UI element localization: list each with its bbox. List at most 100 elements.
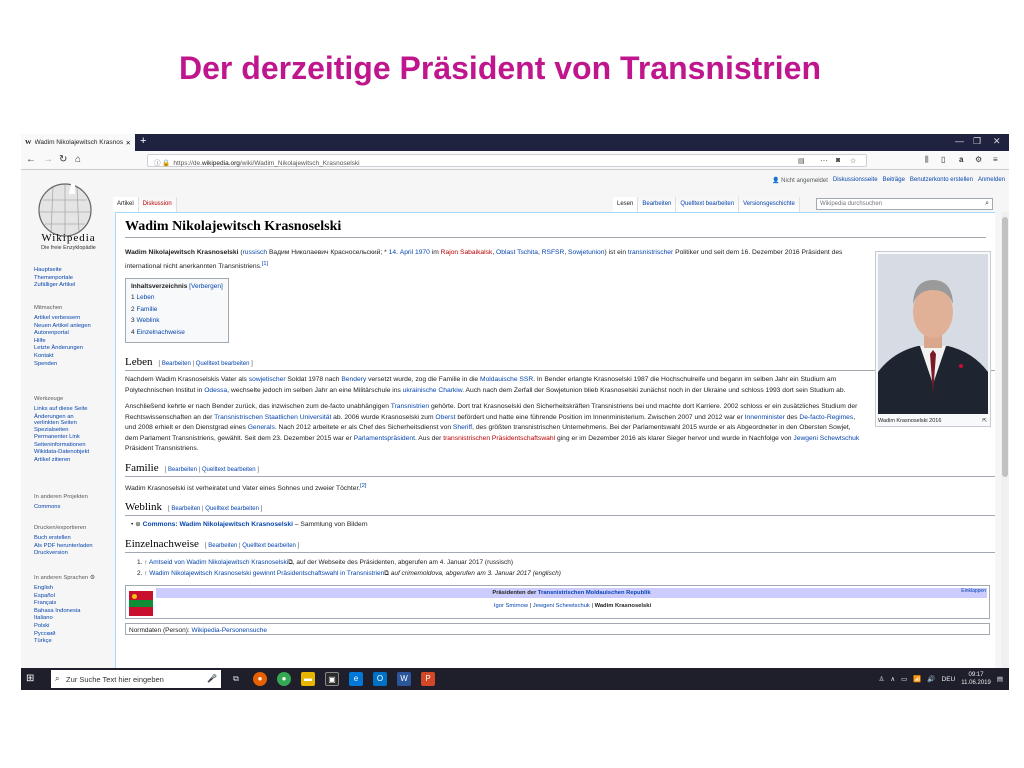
section-edit-link[interactable]: Bearbeiten xyxy=(168,467,197,473)
page-scrollbar[interactable] xyxy=(1001,212,1009,673)
minimize-icon[interactable]: — xyxy=(955,136,964,146)
sidebar-item-pdf[interactable]: Als PDF herunterladen xyxy=(34,543,114,551)
search-input[interactable]: Wikipedia durchsuchen ⌕ xyxy=(816,198,993,210)
word-icon[interactable]: W xyxy=(397,672,411,686)
section-edit-source-link[interactable]: Quelltext bearbeiten xyxy=(205,506,259,512)
navbox-link[interactable]: Igor Smirnow xyxy=(494,603,528,609)
sidebar-item-lang-id[interactable]: Bahasa Indonesia xyxy=(34,608,114,616)
pocket-icon[interactable]: ◙ xyxy=(836,157,840,164)
link-anmelden[interactable]: Anmelden xyxy=(978,177,1005,184)
link-diskussionsseite[interactable]: Diskussionsseite xyxy=(833,177,878,184)
sidebar-item-lang-fr[interactable]: Français xyxy=(34,600,114,608)
navbox-link[interactable]: Jewgeni Schewtschuk xyxy=(533,603,590,609)
store-icon[interactable]: ▣ xyxy=(325,672,339,686)
home-icon[interactable]: ⌂ xyxy=(75,154,81,165)
clock[interactable]: 09:17 11.06.2019 xyxy=(961,671,991,687)
language-settings-icon[interactable]: ⚙ xyxy=(90,575,95,581)
inline-link[interactable]: Generals xyxy=(248,424,275,431)
link-rsfsr[interactable]: RSFSR xyxy=(542,249,565,256)
new-tab-button[interactable]: + xyxy=(140,135,146,147)
normdaten-link[interactable]: Wikipedia-Personensuche xyxy=(192,627,268,634)
microphone-icon[interactable]: 🎤 xyxy=(207,674,217,683)
sidebar-item-seiteninformationen[interactable]: Seiteninformationen xyxy=(34,442,114,450)
menu-icon[interactable]: ≡ xyxy=(993,155,998,164)
sidebar-item-neuen-artikel[interactable]: Neuen Artikel anlegen xyxy=(34,323,114,331)
sidebar-item-lang-pl[interactable]: Polski xyxy=(34,623,114,631)
sidebar-item-artikel-zitieren[interactable]: Artikel zitieren xyxy=(34,457,114,465)
sidebar-item-aenderungen-verlinkt[interactable]: Änderungen an verlinkten Seiten xyxy=(34,414,96,427)
toc-item[interactable]: 2 Familie xyxy=(131,304,223,316)
browser-tab[interactable]: W Wadim Nikolajewitsch Krasnoselski ✕ xyxy=(21,134,135,151)
addon-icon[interactable]: a xyxy=(959,155,963,164)
section-edit-link[interactable]: Bearbeiten xyxy=(208,543,237,549)
sidebar-item-wikidata[interactable]: Wikidata-Datenobjekt xyxy=(34,449,114,457)
sidebar-item-lang-es[interactable]: Español xyxy=(34,593,114,601)
firefox-icon[interactable]: ● xyxy=(253,672,267,686)
close-window-icon[interactable]: ✕ xyxy=(993,136,1001,147)
inline-link[interactable]: Charkiw xyxy=(438,387,462,394)
toc-item[interactable]: 1 Leben xyxy=(131,292,223,304)
sidebar-item-permanenter-link[interactable]: Permanenter Link xyxy=(34,434,114,442)
inline-link[interactable]: transnistrischen Präsidentschaftswahl xyxy=(443,435,555,442)
sidebar-item-commons[interactable]: Commons xyxy=(34,504,114,512)
notifications-icon[interactable]: ▤ xyxy=(997,675,1003,683)
sidebar-item-lang-it[interactable]: Italiano xyxy=(34,615,114,623)
sidebar-item-autorenportal[interactable]: Autorenportal xyxy=(34,330,114,338)
sidebar-icon[interactable]: ▯ xyxy=(941,155,945,164)
bookmark-star-icon[interactable]: ☆ xyxy=(850,157,856,165)
forward-icon[interactable]: → xyxy=(43,154,53,165)
inline-link[interactable]: Bendery xyxy=(341,376,366,383)
inline-link[interactable]: Transnistrischen Staatlichen Universität xyxy=(214,414,331,421)
inline-link[interactable]: Oberst xyxy=(435,414,455,421)
portrait-photo[interactable] xyxy=(878,254,988,414)
people-icon[interactable]: ♙ xyxy=(879,675,885,683)
toc-item[interactable]: 4 Einzelnachweise xyxy=(131,327,223,339)
tab-quelltext[interactable]: Quelltext bearbeiten xyxy=(676,197,740,212)
network-icon[interactable]: 📶 xyxy=(913,675,921,683)
link-beitraege[interactable]: Beiträge xyxy=(883,177,905,184)
inline-link[interactable]: Parlamentspräsident xyxy=(354,435,415,442)
commons-link[interactable]: Commons: Wadim Nikolajewitsch Krasnosels… xyxy=(143,521,293,528)
inline-link[interactable]: De-facto-Regimes xyxy=(799,414,853,421)
file-explorer-icon[interactable]: ▬ xyxy=(301,672,315,686)
inline-link[interactable]: Sheriff xyxy=(453,424,472,431)
tab-versionsgeschichte[interactable]: Versionsgeschichte xyxy=(739,197,800,212)
link-rajon[interactable]: Rajon Sabaikalsk xyxy=(441,249,493,256)
taskbar-search-input[interactable]: ⌕ Zur Suche Text hier eingeben 🎤 xyxy=(51,670,221,688)
sidebar-item-themenportale[interactable]: Themenportale xyxy=(34,275,114,283)
inline-link[interactable]: Odessa xyxy=(204,387,227,394)
sidebar-item-hauptseite[interactable]: Hauptseite xyxy=(34,267,114,275)
inline-link[interactable]: sowjetischer xyxy=(249,376,286,383)
link-transnistrisch[interactable]: transnistrischer xyxy=(628,249,673,256)
maximize-icon[interactable]: ❐ xyxy=(973,136,981,147)
volume-icon[interactable]: 🔊 xyxy=(927,675,935,683)
link-birth-date[interactable]: 14. April 1970 xyxy=(389,249,430,256)
sidebar-item-buch-erstellen[interactable]: Buch erstellen xyxy=(34,535,114,543)
link-sowjetunion[interactable]: Sowjetunion xyxy=(568,249,604,256)
wikipedia-globe-logo[interactable] xyxy=(35,180,95,240)
reference-link[interactable]: Wadim Nikolajewitsch Krasnoselski gewinn… xyxy=(149,570,384,577)
section-edit-source-link[interactable]: Quelltext bearbeiten xyxy=(202,467,256,473)
ref-link[interactable]: [2] xyxy=(360,483,366,489)
tab-bearbeiten[interactable]: Bearbeiten xyxy=(638,197,677,212)
section-edit-link[interactable]: Bearbeiten xyxy=(171,506,200,512)
section-edit-source-link[interactable]: Quelltext bearbeiten xyxy=(196,361,250,367)
section-edit-source-link[interactable]: Quelltext bearbeiten xyxy=(242,543,296,549)
inline-link[interactable]: Jewgeni Schewtschuk xyxy=(793,435,859,442)
library-icon[interactable]: ⫼ xyxy=(925,155,929,165)
page-actions-icon[interactable]: ··· xyxy=(820,156,828,165)
enlarge-icon[interactable]: ⇱ xyxy=(982,418,987,424)
tab-lesen[interactable]: Lesen xyxy=(613,197,639,212)
chrome-icon[interactable]: ● xyxy=(277,672,291,686)
sidebar-item-spenden[interactable]: Spenden xyxy=(34,361,114,369)
navbox-title-link[interactable]: Transnistrischen Moldauischen Republik xyxy=(538,590,651,596)
search-icon[interactable]: ⌕ xyxy=(985,200,989,208)
url-bar[interactable]: ⓘ 🔒 https://de.wikipedia.org/wiki/Wadim_N… xyxy=(147,154,867,167)
navbox-toggle[interactable]: Einklappen xyxy=(961,588,986,594)
back-icon[interactable]: ← xyxy=(26,154,36,165)
close-tab-icon[interactable]: ✕ xyxy=(126,139,131,147)
inline-link[interactable]: Innenminister xyxy=(745,414,785,421)
link-russisch[interactable]: russisch xyxy=(243,249,268,256)
inline-link[interactable]: Moldauische SSR xyxy=(480,376,533,383)
reload-icon[interactable]: ↻ xyxy=(59,154,67,165)
